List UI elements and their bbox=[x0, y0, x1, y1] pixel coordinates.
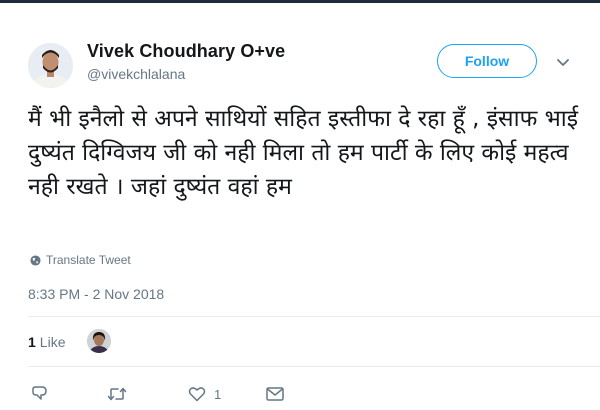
author-handle[interactable]: @vivekchlalana bbox=[87, 66, 185, 82]
reply-icon bbox=[32, 386, 47, 400]
follow-button[interactable]: Follow bbox=[437, 44, 537, 78]
retweet-icon bbox=[107, 387, 127, 401]
like-button[interactable]: 1 bbox=[188, 380, 221, 408]
divider bbox=[28, 316, 600, 317]
translate-tweet-link[interactable]: Translate Tweet bbox=[30, 253, 131, 267]
translate-tweet-label: Translate Tweet bbox=[46, 253, 131, 267]
chevron-down-icon[interactable] bbox=[555, 56, 571, 70]
like-count: 1 bbox=[214, 386, 222, 402]
heart-icon bbox=[188, 387, 206, 402]
likes-label: Like bbox=[39, 334, 66, 350]
envelope-icon bbox=[266, 387, 284, 401]
reply-button[interactable] bbox=[30, 380, 48, 408]
likes-stat[interactable]: 1 Like bbox=[28, 334, 65, 350]
retweet-button[interactable] bbox=[107, 380, 127, 408]
author-avatar[interactable] bbox=[28, 43, 73, 88]
tweet-timestamp[interactable]: 8:33 PM - 2 Nov 2018 bbox=[28, 286, 164, 302]
likes-count: 1 bbox=[28, 334, 36, 350]
author-display-name[interactable]: Vivek Choudhary O+ve bbox=[87, 41, 285, 62]
divider bbox=[28, 366, 600, 367]
window-top-border bbox=[0, 0, 600, 3]
globe-icon bbox=[30, 254, 41, 266]
liker-avatar[interactable] bbox=[87, 329, 111, 353]
tweet-actions-bar: 1 bbox=[0, 380, 600, 408]
tweet-text: मैं भी इनैलो से अपने साथियों सहित इस्तीफ… bbox=[28, 106, 579, 200]
direct-message-button[interactable] bbox=[266, 380, 284, 408]
